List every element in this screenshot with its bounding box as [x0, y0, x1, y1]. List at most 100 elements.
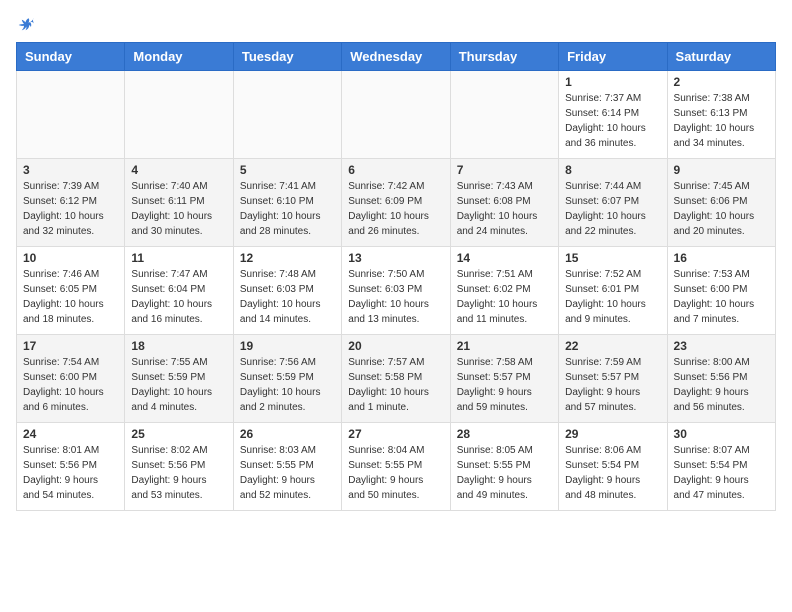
calendar-day-cell: 17 Sunrise: 7:54 AM Sunset: 6:00 PM Dayli…	[17, 335, 125, 423]
calendar-day-cell: 8 Sunrise: 7:44 AM Sunset: 6:07 PM Daylig…	[559, 159, 667, 247]
day-number: 4	[131, 163, 226, 177]
day-info: Sunrise: 8:06 AM Sunset: 5:54 PM Dayligh…	[565, 443, 660, 503]
day-info: Sunrise: 8:03 AM Sunset: 5:55 PM Dayligh…	[240, 443, 335, 503]
calendar-day-cell: 24Sunrise: 8:01 AM Sunset: 5:56 PM Dayli…	[17, 423, 125, 511]
weekday-header-cell: Tuesday	[233, 43, 341, 71]
calendar-day-cell: 26 Sunrise: 8:03 AM Sunset: 5:55 PM Dayli…	[233, 423, 341, 511]
calendar-day-cell: 29 Sunrise: 8:06 AM Sunset: 5:54 PM Dayli…	[559, 423, 667, 511]
day-number: 5	[240, 163, 335, 177]
day-number: 7	[457, 163, 552, 177]
weekday-header-cell: Thursday	[450, 43, 558, 71]
day-number: 19	[240, 339, 335, 353]
day-info: Sunrise: 7:48 AM Sunset: 6:03 PM Dayligh…	[240, 267, 335, 327]
day-number: 17	[23, 339, 118, 353]
weekday-header-cell: Monday	[125, 43, 233, 71]
day-number: 30	[674, 427, 769, 441]
day-info: Sunrise: 7:57 AM Sunset: 5:58 PM Dayligh…	[348, 355, 443, 415]
calendar-day-cell: 12 Sunrise: 7:48 AM Sunset: 6:03 PM Dayli…	[233, 247, 341, 335]
calendar-day-cell: 25 Sunrise: 8:02 AM Sunset: 5:56 PM Dayli…	[125, 423, 233, 511]
calendar-day-cell: 7 Sunrise: 7:43 AM Sunset: 6:08 PM Daylig…	[450, 159, 558, 247]
weekday-header-cell: Friday	[559, 43, 667, 71]
day-info: Sunrise: 7:56 AM Sunset: 5:59 PM Dayligh…	[240, 355, 335, 415]
calendar-day-cell: 13Sunrise: 7:50 AM Sunset: 6:03 PM Dayli…	[342, 247, 450, 335]
calendar-day-cell	[233, 71, 341, 159]
calendar-day-cell	[342, 71, 450, 159]
day-number: 14	[457, 251, 552, 265]
day-info: Sunrise: 7:38 AM Sunset: 6:13 PM Dayligh…	[674, 91, 769, 151]
day-info: Sunrise: 7:58 AM Sunset: 5:57 PM Dayligh…	[457, 355, 552, 415]
day-info: Sunrise: 7:54 AM Sunset: 6:00 PM Dayligh…	[23, 355, 118, 415]
day-number: 3	[23, 163, 118, 177]
calendar-day-cell	[450, 71, 558, 159]
calendar-day-cell: 2Sunrise: 7:38 AM Sunset: 6:13 PM Daylig…	[667, 71, 775, 159]
weekday-header-row: SundayMondayTuesdayWednesdayThursdayFrid…	[17, 43, 776, 71]
calendar-week-row: 24Sunrise: 8:01 AM Sunset: 5:56 PM Dayli…	[17, 423, 776, 511]
day-number: 26	[240, 427, 335, 441]
calendar-week-row: 17 Sunrise: 7:54 AM Sunset: 6:00 PM Dayli…	[17, 335, 776, 423]
calendar-day-cell: 21 Sunrise: 7:58 AM Sunset: 5:57 PM Dayli…	[450, 335, 558, 423]
day-number: 1	[565, 75, 660, 89]
day-info: Sunrise: 8:05 AM Sunset: 5:55 PM Dayligh…	[457, 443, 552, 503]
day-number: 24	[23, 427, 118, 441]
calendar-day-cell: 11Sunrise: 7:47 AM Sunset: 6:04 PM Dayli…	[125, 247, 233, 335]
calendar-day-cell: 30 Sunrise: 8:07 AM Sunset: 5:54 PM Dayli…	[667, 423, 775, 511]
calendar-day-cell: 22 Sunrise: 7:59 AM Sunset: 5:57 PM Dayli…	[559, 335, 667, 423]
calendar-day-cell: 28Sunrise: 8:05 AM Sunset: 5:55 PM Dayli…	[450, 423, 558, 511]
day-info: Sunrise: 7:37 AM Sunset: 6:14 PM Dayligh…	[565, 91, 660, 151]
calendar-day-cell	[17, 71, 125, 159]
weekday-header-cell: Sunday	[17, 43, 125, 71]
day-info: Sunrise: 7:53 AM Sunset: 6:00 PM Dayligh…	[674, 267, 769, 327]
day-info: Sunrise: 8:07 AM Sunset: 5:54 PM Dayligh…	[674, 443, 769, 503]
day-info: Sunrise: 7:41 AM Sunset: 6:10 PM Dayligh…	[240, 179, 335, 239]
calendar-week-row: 1 Sunrise: 7:37 AM Sunset: 6:14 PM Daylig…	[17, 71, 776, 159]
calendar-day-cell: 18 Sunrise: 7:55 AM Sunset: 5:59 PM Dayli…	[125, 335, 233, 423]
day-number: 29	[565, 427, 660, 441]
calendar-week-row: 10 Sunrise: 7:46 AM Sunset: 6:05 PM Dayli…	[17, 247, 776, 335]
weekday-header-cell: Saturday	[667, 43, 775, 71]
day-number: 21	[457, 339, 552, 353]
day-info: Sunrise: 7:45 AM Sunset: 6:06 PM Dayligh…	[674, 179, 769, 239]
calendar-day-cell: 9 Sunrise: 7:45 AM Sunset: 6:06 PM Daylig…	[667, 159, 775, 247]
calendar-day-cell: 4 Sunrise: 7:40 AM Sunset: 6:11 PM Daylig…	[125, 159, 233, 247]
calendar-day-cell: 15 Sunrise: 7:52 AM Sunset: 6:01 PM Dayli…	[559, 247, 667, 335]
day-number: 23	[674, 339, 769, 353]
day-number: 12	[240, 251, 335, 265]
calendar-day-cell: 3 Sunrise: 7:39 AM Sunset: 6:12 PM Daylig…	[17, 159, 125, 247]
calendar-day-cell: 14 Sunrise: 7:51 AM Sunset: 6:02 PM Dayli…	[450, 247, 558, 335]
day-info: Sunrise: 8:00 AM Sunset: 5:56 PM Dayligh…	[674, 355, 769, 415]
day-info: Sunrise: 7:52 AM Sunset: 6:01 PM Dayligh…	[565, 267, 660, 327]
calendar-day-cell: 10 Sunrise: 7:46 AM Sunset: 6:05 PM Dayli…	[17, 247, 125, 335]
calendar-day-cell: 23 Sunrise: 8:00 AM Sunset: 5:56 PM Dayli…	[667, 335, 775, 423]
day-info: Sunrise: 7:40 AM Sunset: 6:11 PM Dayligh…	[131, 179, 226, 239]
day-number: 8	[565, 163, 660, 177]
calendar-day-cell: 6 Sunrise: 7:42 AM Sunset: 6:09 PM Daylig…	[342, 159, 450, 247]
day-number: 16	[674, 251, 769, 265]
day-number: 15	[565, 251, 660, 265]
day-info: Sunrise: 7:44 AM Sunset: 6:07 PM Dayligh…	[565, 179, 660, 239]
day-number: 6	[348, 163, 443, 177]
day-info: Sunrise: 7:51 AM Sunset: 6:02 PM Dayligh…	[457, 267, 552, 327]
calendar-day-cell: 5 Sunrise: 7:41 AM Sunset: 6:10 PM Daylig…	[233, 159, 341, 247]
calendar-day-cell	[125, 71, 233, 159]
day-number: 25	[131, 427, 226, 441]
calendar-day-cell: 1 Sunrise: 7:37 AM Sunset: 6:14 PM Daylig…	[559, 71, 667, 159]
weekday-header-cell: Wednesday	[342, 43, 450, 71]
calendar-day-cell: 16 Sunrise: 7:53 AM Sunset: 6:00 PM Dayli…	[667, 247, 775, 335]
day-info: Sunrise: 7:46 AM Sunset: 6:05 PM Dayligh…	[23, 267, 118, 327]
day-info: Sunrise: 7:43 AM Sunset: 6:08 PM Dayligh…	[457, 179, 552, 239]
day-number: 9	[674, 163, 769, 177]
day-info: Sunrise: 8:02 AM Sunset: 5:56 PM Dayligh…	[131, 443, 226, 503]
day-info: Sunrise: 7:50 AM Sunset: 6:03 PM Dayligh…	[348, 267, 443, 327]
day-number: 18	[131, 339, 226, 353]
day-number: 10	[23, 251, 118, 265]
day-number: 11	[131, 251, 226, 265]
day-info: Sunrise: 7:55 AM Sunset: 5:59 PM Dayligh…	[131, 355, 226, 415]
day-number: 20	[348, 339, 443, 353]
day-number: 22	[565, 339, 660, 353]
day-info: Sunrise: 7:42 AM Sunset: 6:09 PM Dayligh…	[348, 179, 443, 239]
day-info: Sunrise: 7:39 AM Sunset: 6:12 PM Dayligh…	[23, 179, 118, 239]
page-header	[16, 16, 776, 34]
day-info: Sunrise: 7:59 AM Sunset: 5:57 PM Dayligh…	[565, 355, 660, 415]
logo-bird-icon	[18, 16, 36, 34]
day-number: 27	[348, 427, 443, 441]
